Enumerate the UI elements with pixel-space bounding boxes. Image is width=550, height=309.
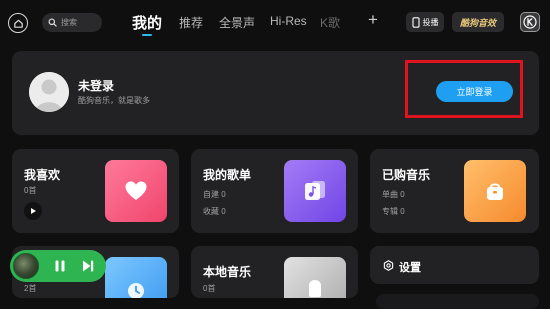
sound-effect-label: 酷狗音效 (459, 17, 496, 28)
local-music-cover (284, 257, 346, 298)
playlists-title: 我的歌单 (203, 168, 252, 182)
favorites-cover (105, 160, 167, 222)
search-icon (48, 18, 57, 27)
heart-icon (125, 181, 147, 200)
phone-cast-icon (411, 16, 420, 28)
tab-recommend[interactable]: 推荐 (179, 14, 203, 31)
login-card: 未登录 酷狗音乐，就是歌多 立即登录 (12, 51, 539, 135)
clock-icon (128, 283, 144, 298)
purchased-tile[interactable]: 已购音乐 单曲 0 专辑 0 (370, 149, 539, 233)
purchased-title: 已购音乐 (382, 168, 431, 182)
purchased-cover (464, 160, 526, 222)
playlists-cover (284, 160, 346, 222)
recent-cover (105, 257, 167, 298)
now-playing-cover[interactable] (13, 253, 39, 279)
settings-tile[interactable]: 设置 (370, 246, 539, 284)
add-tab-button[interactable]: + (368, 10, 378, 30)
gear-icon (383, 260, 394, 271)
playlists-created-count: 自建 0 (203, 190, 226, 199)
recent-count: 2首 (24, 284, 37, 293)
local-music-title: 本地音乐 (203, 265, 252, 279)
search-box[interactable]: 搜索 (42, 13, 102, 32)
sound-effect-button[interactable]: 酷狗音效 (452, 12, 504, 32)
cast-button[interactable]: 投播 (406, 12, 444, 32)
login-status-subtitle: 酷狗音乐，就是歌多 (78, 96, 150, 105)
search-placeholder: 搜索 (61, 18, 77, 27)
login-button[interactable]: 立即登录 (436, 81, 513, 102)
default-avatar-icon (29, 72, 69, 112)
tab-spatial-audio[interactable]: 全景声 (219, 14, 255, 31)
home-icon (13, 19, 23, 28)
local-music-tile[interactable]: 本地音乐 0首 (191, 246, 358, 298)
play-icon (31, 208, 36, 214)
favorites-count: 0首 (24, 186, 37, 195)
home-button[interactable] (8, 13, 28, 33)
local-music-count: 0首 (203, 284, 216, 293)
cast-label: 投播 (422, 17, 439, 27)
shopping-bag-icon (487, 183, 503, 200)
kugou-logo-icon (523, 15, 537, 29)
purchased-singles-count: 单曲 0 (382, 190, 405, 199)
next-track-icon[interactable] (81, 259, 95, 273)
purchased-albums-count: 专辑 0 (382, 207, 405, 216)
favorites-title: 我喜欢 (24, 168, 61, 182)
active-tab-indicator (142, 34, 152, 36)
favorites-tile[interactable]: 我喜欢 0首 (12, 149, 179, 233)
pause-icon[interactable] (53, 259, 67, 273)
tab-hi-res[interactable]: Hi-Res (270, 14, 307, 28)
kugou-logo-button[interactable] (520, 12, 540, 32)
login-status-title: 未登录 (78, 79, 115, 93)
music-album-icon (305, 181, 325, 200)
speaker-icon (309, 280, 321, 297)
tab-karaoke[interactable]: K歌 (320, 14, 340, 31)
settings-label: 设置 (399, 262, 421, 274)
playlists-collected-count: 收藏 0 (203, 207, 226, 216)
mini-player[interactable] (10, 250, 106, 282)
tab-mine[interactable]: 我的 (132, 12, 162, 33)
play-favorites-button[interactable] (24, 202, 42, 220)
avatar[interactable] (29, 72, 69, 112)
top-bar: 搜索 我的 推荐 全景声 Hi-Res K歌 + 投播 酷狗音效 (0, 0, 550, 44)
next-tile[interactable] (376, 294, 539, 309)
playlists-tile[interactable]: 我的歌单 自建 0 收藏 0 (191, 149, 358, 233)
